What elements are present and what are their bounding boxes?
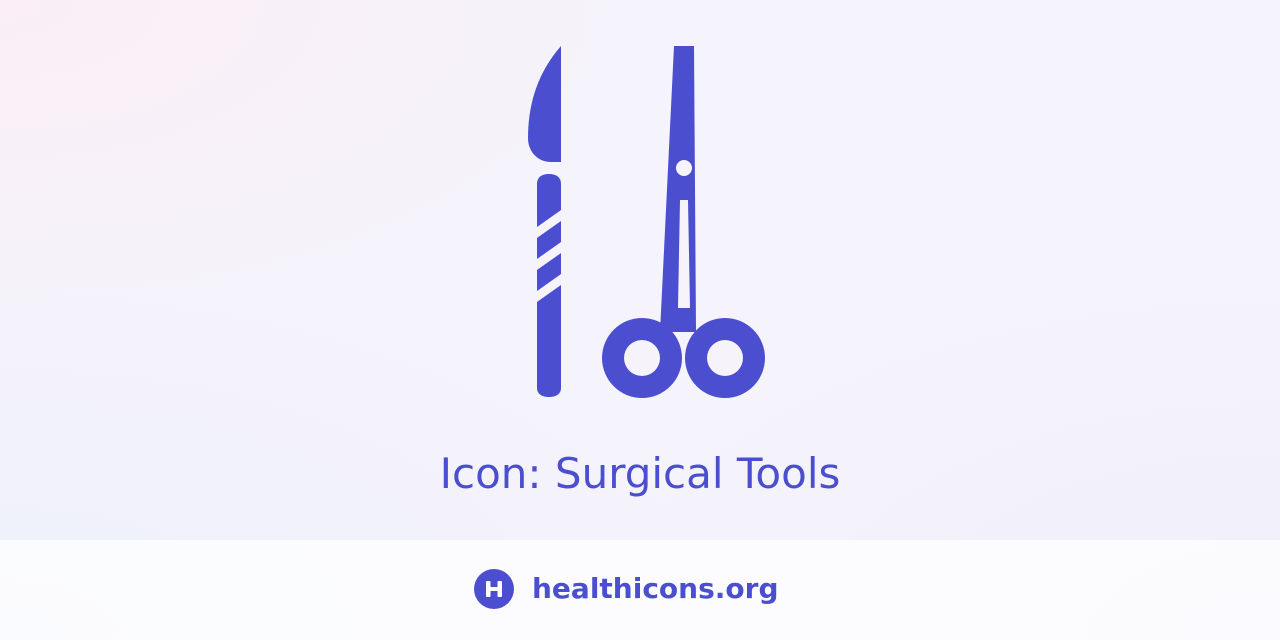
page-title: Icon: Surgical Tools bbox=[439, 449, 841, 498]
healthicons-logo-icon bbox=[474, 569, 514, 609]
brand-link[interactable]: healthicons.org bbox=[474, 569, 779, 609]
hero: Icon: Surgical Tools bbox=[0, 0, 1280, 540]
site-name[interactable]: healthicons.org bbox=[532, 569, 779, 609]
footer: healthicons.org bbox=[0, 540, 1280, 640]
surgical-tools-icon bbox=[520, 40, 770, 400]
